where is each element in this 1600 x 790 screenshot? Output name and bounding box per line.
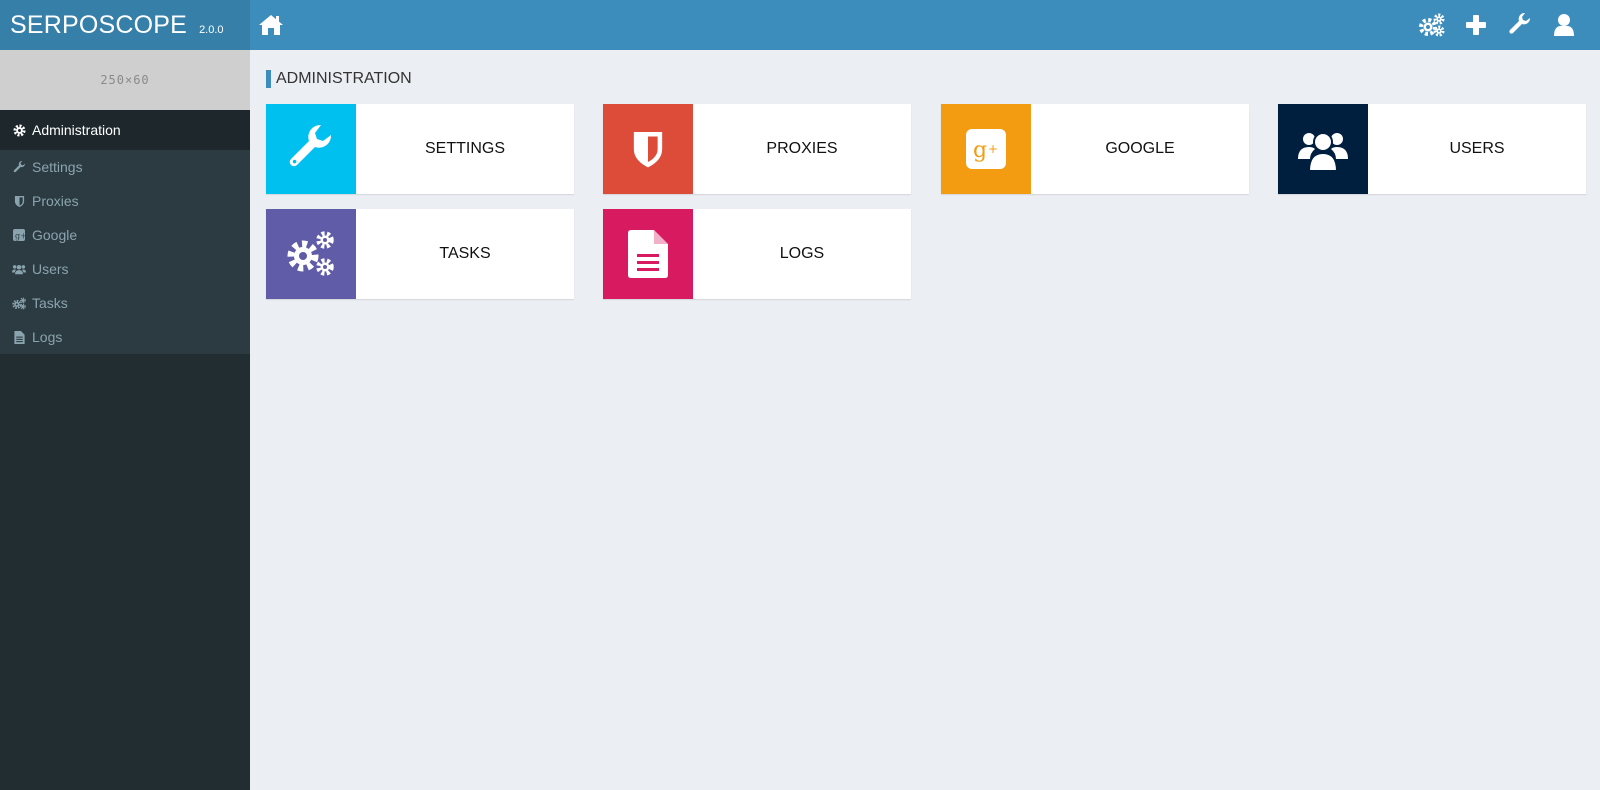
wrench-icon (1509, 13, 1531, 34)
home-button[interactable] (256, 10, 286, 40)
gears-icon (287, 231, 334, 276)
sidebar-menu: Administration Settings Proxies g+ Googl… (0, 110, 250, 354)
sidebar-item-label: Settings (32, 159, 83, 175)
svg-text:g+: g+ (15, 232, 25, 241)
sidebar-item-label: Tasks (32, 295, 68, 311)
brand-logo[interactable]: SERPOSCOPE 2.0.0 (0, 0, 250, 50)
gears-icon (1419, 13, 1445, 37)
file-icon (628, 230, 668, 278)
app-name: SERPOSCOPE (10, 11, 188, 39)
sidebar-item-google[interactable]: g+ Google (0, 218, 250, 252)
sidebar-item-label: Proxies (32, 193, 79, 209)
sidebar-item-users[interactable]: Users (0, 252, 250, 286)
add-button[interactable] (1454, 0, 1498, 50)
top-navbar: SERPOSCOPE 2.0.0 (0, 0, 1600, 50)
sidebar-item-logs[interactable]: Logs (0, 320, 250, 354)
sidebar: 250×60 Administration Settings Proxies g… (0, 50, 250, 790)
user-icon (1554, 14, 1574, 36)
wrench-icon (12, 160, 26, 174)
file-icon (12, 330, 26, 344)
shield-icon (633, 132, 663, 168)
home-icon (259, 15, 283, 35)
sidebar-item-label: Users (32, 261, 69, 277)
tile-icon-box (603, 209, 693, 299)
tile-tasks[interactable]: TASKS (266, 209, 574, 299)
users-icon (1298, 132, 1348, 171)
user-button[interactable] (1542, 0, 1586, 50)
tile-logs[interactable]: LOGS (603, 209, 911, 299)
tile-label: TASKS (439, 245, 491, 262)
tile-label: PROXIES (766, 140, 838, 157)
sidebar-item-tasks[interactable]: Tasks (0, 286, 250, 320)
tile-icon-box (603, 104, 693, 194)
wrench-icon (289, 125, 332, 167)
tile-settings[interactable]: SETTINGS (266, 104, 574, 194)
sidebar-item-settings[interactable]: Settings (0, 150, 250, 184)
settings-button[interactable] (1498, 0, 1542, 50)
sidebar-item-proxies[interactable]: Proxies (0, 184, 250, 218)
tile-users[interactable]: USERS (1278, 104, 1586, 194)
page-title: ADMINISTRATION (266, 70, 412, 88)
tile-proxies[interactable]: PROXIES (603, 104, 911, 194)
tile-icon-box: g + (941, 104, 1031, 194)
svg-text:g: g (973, 138, 987, 163)
sidebar-item-label: Logs (32, 329, 63, 345)
google-plus-icon: g+ (12, 228, 26, 242)
users-icon (12, 262, 26, 276)
tile-google[interactable]: g + GOOGLE (941, 104, 1249, 194)
tile-icon-box (1278, 104, 1368, 194)
sidebar-item-label: Administration (32, 122, 121, 138)
sidebar-item-administration[interactable]: Administration (0, 110, 250, 150)
gear-icon (12, 123, 26, 137)
tasks-button[interactable] (1410, 0, 1454, 50)
tile-label: LOGS (779, 245, 825, 262)
logo-placeholder: 250×60 (0, 50, 250, 110)
app-version: 2.0.0 (199, 24, 224, 36)
google-plus-icon: g + (966, 129, 1006, 169)
tile-label: GOOGLE (1105, 140, 1175, 157)
tile-label: USERS (1449, 140, 1505, 157)
plus-icon (1466, 15, 1486, 35)
sidebar-item-label: Google (32, 227, 78, 243)
tile-icon-box (266, 209, 356, 299)
gears-icon (12, 296, 26, 310)
shield-icon (12, 194, 26, 208)
tile-label: SETTINGS (424, 140, 505, 157)
tile-icon-box (266, 104, 356, 194)
svg-text:+: + (988, 142, 998, 156)
